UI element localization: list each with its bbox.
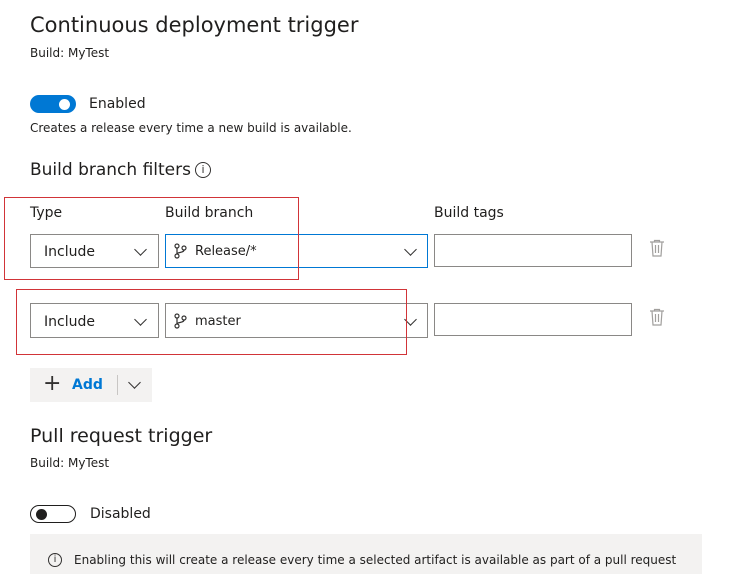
pr-info-bar: i Enabling this will create a release ev… bbox=[30, 534, 702, 574]
add-button-label: Add bbox=[72, 377, 103, 393]
filter-tags-input[interactable] bbox=[434, 234, 632, 267]
toggle-knob bbox=[36, 509, 47, 520]
cd-build-label: Build: MyTest bbox=[30, 46, 110, 60]
pr-toggle-label: Disabled bbox=[90, 506, 151, 522]
trash-icon[interactable] bbox=[649, 239, 665, 257]
pr-info-text: Enabling this will create a release ever… bbox=[74, 553, 677, 567]
pr-trigger-toggle[interactable] bbox=[30, 505, 76, 523]
chevron-down-icon bbox=[404, 243, 417, 256]
toggle-knob bbox=[59, 99, 70, 110]
add-filter-split-button[interactable]: + Add bbox=[30, 368, 152, 402]
split-divider bbox=[117, 375, 118, 395]
chevron-down-icon[interactable] bbox=[128, 376, 141, 389]
pr-build-label: Build: MyTest bbox=[30, 456, 110, 470]
cd-trigger-title: Continuous deployment trigger bbox=[30, 13, 359, 37]
annotation-highlight-box bbox=[16, 289, 407, 355]
pr-trigger-title: Pull request trigger bbox=[30, 425, 213, 447]
cd-description: Creates a release every time a new build… bbox=[30, 121, 352, 135]
cd-toggle-label: Enabled bbox=[89, 96, 146, 112]
branch-filters-title: Build branch filters bbox=[30, 160, 191, 180]
column-header-build-tags: Build tags bbox=[434, 205, 504, 221]
info-icon: i bbox=[48, 553, 62, 567]
trash-icon[interactable] bbox=[649, 308, 665, 326]
info-icon[interactable]: i bbox=[195, 162, 211, 178]
cd-trigger-toggle[interactable] bbox=[30, 95, 76, 113]
plus-icon: + bbox=[43, 371, 62, 396]
annotation-highlight-box bbox=[4, 197, 299, 280]
filter-tags-input[interactable] bbox=[434, 303, 632, 336]
